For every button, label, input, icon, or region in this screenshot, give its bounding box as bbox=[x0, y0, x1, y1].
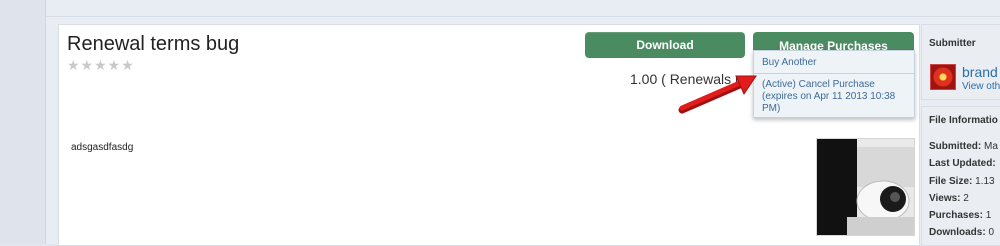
submitter-heading: Submitter bbox=[929, 38, 976, 49]
file-description: adsgasdfasdg bbox=[71, 142, 134, 153]
sidebar: Submitter brand View oth File Informatio… bbox=[921, 24, 1000, 246]
info-row-views: Views: 2 bbox=[929, 193, 969, 204]
info-row-file-size: File Size: 1.13 bbox=[929, 176, 995, 187]
thumbnail-image bbox=[817, 139, 914, 235]
info-label: File Size: bbox=[929, 176, 973, 187]
left-gutter bbox=[0, 0, 46, 244]
dropdown-divider bbox=[754, 73, 914, 74]
screenshot-thumbnail[interactable] bbox=[816, 138, 915, 236]
info-row-purchases: Purchases: 1 bbox=[929, 210, 991, 221]
info-label: Purchases: bbox=[929, 210, 983, 221]
submitter-avatar[interactable] bbox=[930, 64, 956, 90]
info-row-downloads: Downloads: 0 bbox=[929, 227, 994, 238]
info-value: Ma bbox=[984, 141, 998, 152]
info-value: 0 bbox=[988, 227, 995, 238]
frame-divider bbox=[46, 16, 1000, 17]
info-value: 1.13 bbox=[975, 176, 995, 187]
submitter-name-link[interactable]: brand bbox=[962, 64, 998, 80]
info-row-last-updated: Last Updated: bbox=[929, 158, 996, 169]
file-info-heading: File Informatio bbox=[929, 115, 998, 126]
view-other-files-link[interactable]: View oth bbox=[962, 81, 1000, 92]
manage-purchases-dropdown: Buy Another (Active) Cancel Purchase (ex… bbox=[753, 50, 915, 118]
red-arrow-annotation bbox=[678, 75, 757, 114]
info-label: Last Updated: bbox=[929, 158, 996, 169]
file-title: Renewal terms bug bbox=[67, 33, 240, 55]
info-label: Submitted: bbox=[929, 141, 982, 152]
rating-stars[interactable]: ★★★★★ bbox=[67, 57, 135, 74]
buy-another-link[interactable]: Buy Another bbox=[762, 57, 816, 68]
cancel-purchase-link[interactable]: (Active) Cancel Purchase (expires on Apr… bbox=[762, 79, 907, 115]
info-label: Downloads: bbox=[929, 227, 986, 238]
download-button[interactable]: Download bbox=[585, 32, 745, 58]
info-value: 2 bbox=[963, 193, 969, 204]
info-row-submitted: Submitted: Ma bbox=[929, 141, 998, 152]
info-value: 1 bbox=[985, 210, 992, 221]
info-label: Views: bbox=[929, 193, 961, 204]
